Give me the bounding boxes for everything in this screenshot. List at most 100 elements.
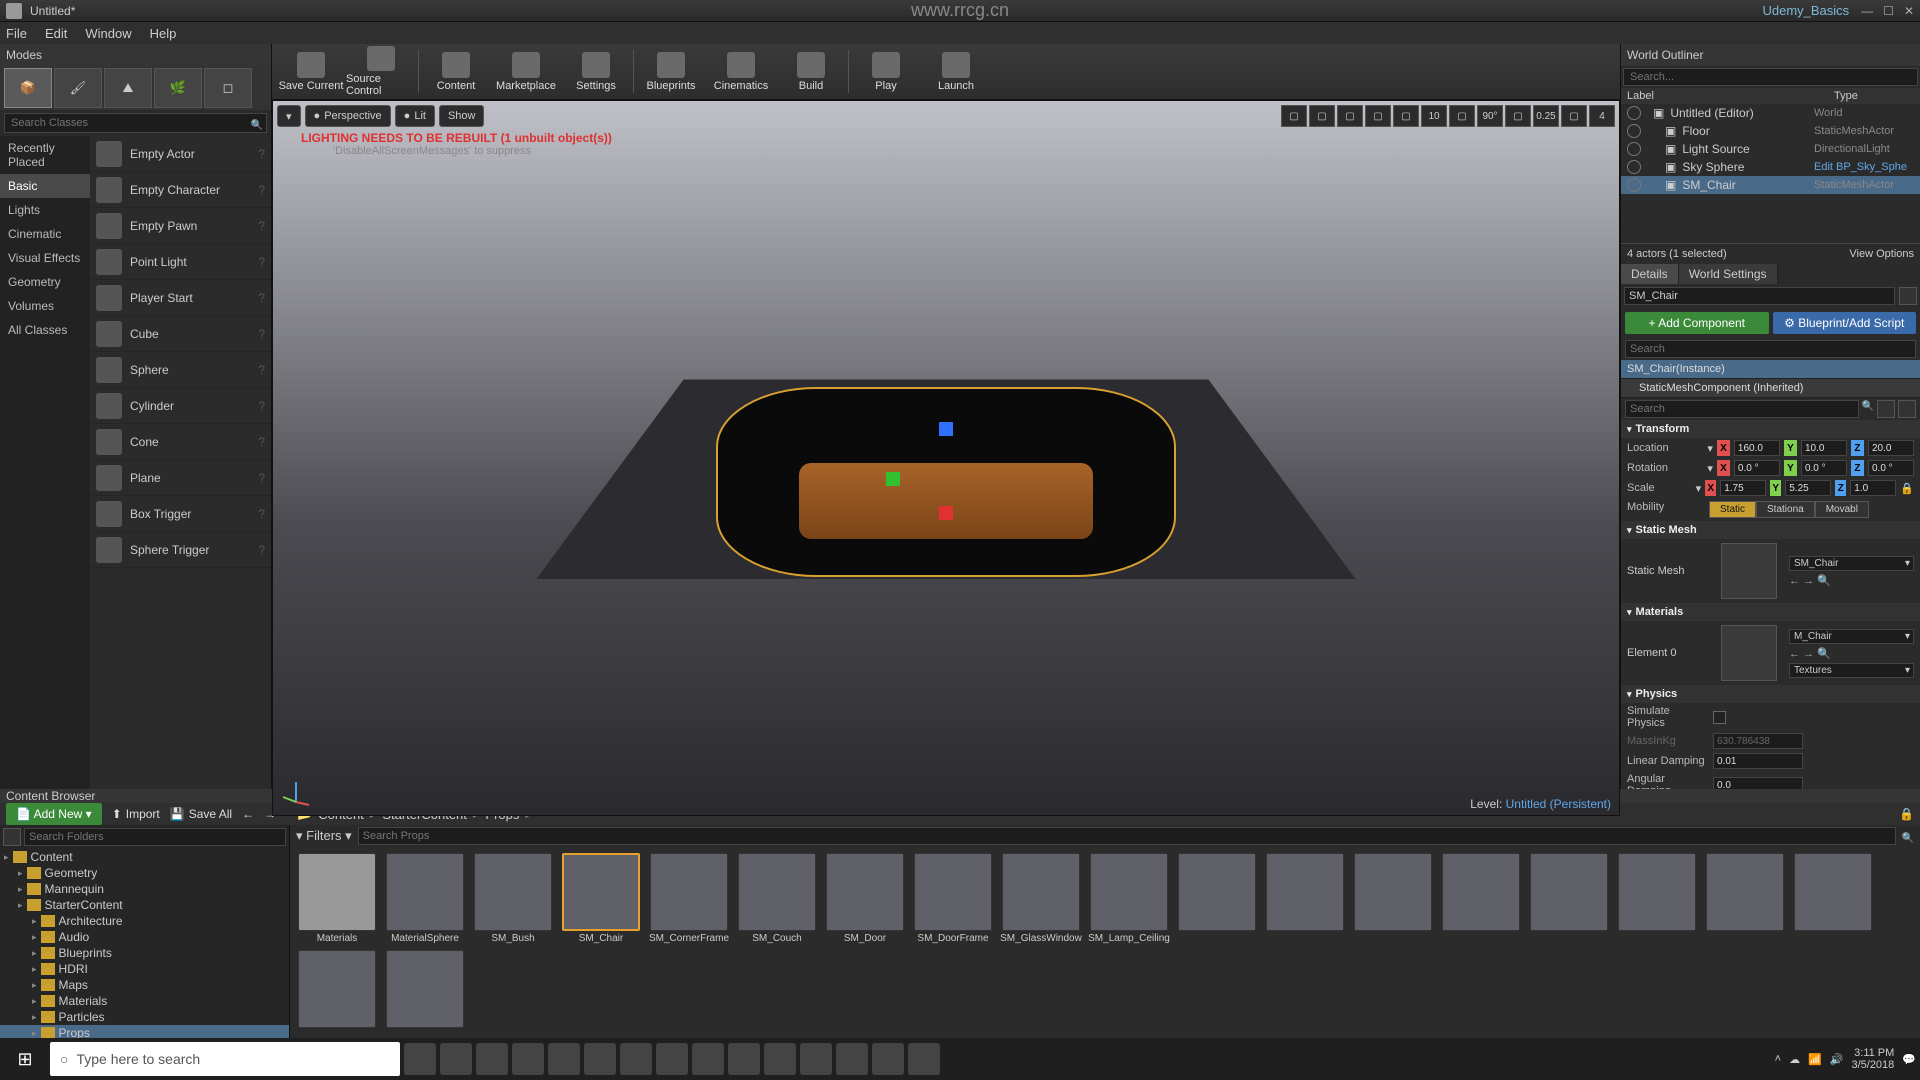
section-transform[interactable]: Transform [1621, 420, 1920, 438]
modes-cat-item[interactable]: Visual Effects [0, 246, 90, 270]
section-physics[interactable]: Physics [1621, 685, 1920, 703]
outliner-row[interactable]: ▣Light SourceDirectionalLight [1621, 140, 1920, 158]
tree-node[interactable]: ▸Blueprints [0, 945, 289, 961]
tree-node[interactable]: ▸Particles [0, 1009, 289, 1025]
mobility-movable-button[interactable]: Movabl [1815, 501, 1869, 518]
asset-tile[interactable]: Materials [296, 853, 378, 944]
material-textures-dropdown[interactable]: Textures [1789, 663, 1914, 678]
toolbar-cinematics-button[interactable]: Cinematics [706, 46, 776, 97]
asset-tile[interactable] [1264, 853, 1346, 944]
filters-button[interactable]: ▾ Filters ▾ [296, 828, 352, 844]
tree-node[interactable]: ▸Materials [0, 993, 289, 1009]
taskbar-app-icon[interactable] [908, 1043, 940, 1075]
visibility-eye-icon[interactable] [1627, 124, 1641, 138]
start-button[interactable]: ⊞ [4, 1040, 46, 1078]
tree-node[interactable]: ▸HDRI [0, 961, 289, 977]
viewport-tool-button[interactable]: ▢ [1281, 105, 1307, 127]
toolbar-play-button[interactable]: Play [851, 46, 921, 97]
modes-item[interactable]: Plane? [90, 460, 271, 496]
modes-item[interactable]: Empty Character? [90, 172, 271, 208]
modes-cat-item[interactable]: Recently Placed [0, 136, 90, 174]
add-component-button[interactable]: + Add Component [1625, 312, 1769, 334]
asset-tile[interactable]: SM_Couch [736, 853, 818, 944]
window-minimize-button[interactable]: — [1861, 4, 1873, 18]
modes-cat-item[interactable]: Lights [0, 198, 90, 222]
viewport-selected-actor[interactable] [716, 387, 1176, 577]
scale-y-input[interactable] [1785, 480, 1831, 496]
details-view-list-icon[interactable] [1898, 400, 1916, 418]
viewport-level-link[interactable]: Untitled (Persistent) [1506, 797, 1611, 811]
viewport-tool-button[interactable]: 0.25 [1533, 105, 1559, 127]
modes-item[interactable]: Sphere? [90, 352, 271, 388]
outliner-search-input[interactable] [1623, 68, 1918, 86]
tree-node[interactable]: ▸Content [0, 849, 289, 865]
viewport-tool-button[interactable]: ▢ [1309, 105, 1335, 127]
static-mesh-dropdown[interactable]: SM_Chair [1789, 556, 1914, 571]
asset-tile[interactable]: SM_CornerFrame [648, 853, 730, 944]
actor-options-icon[interactable] [1899, 287, 1917, 305]
gizmo-x-icon[interactable] [939, 506, 953, 520]
taskbar-app-icon[interactable] [764, 1043, 796, 1075]
tree-node[interactable]: ▸StarterContent [0, 897, 289, 913]
taskbar-app-icon[interactable] [800, 1043, 832, 1075]
toolbar-save-current-button[interactable]: Save Current [276, 46, 346, 97]
mode-foliage-icon[interactable]: 🌿 [154, 68, 202, 108]
cb-lock-icon[interactable]: 🔒 [1899, 807, 1914, 821]
viewport-tool-button[interactable]: 4 [1589, 105, 1615, 127]
taskbar-app-icon[interactable] [656, 1043, 688, 1075]
save-all-button[interactable]: 💾 Save All [170, 807, 232, 821]
window-close-button[interactable]: ✕ [1904, 4, 1914, 18]
viewport-tool-button[interactable]: ▢ [1337, 105, 1363, 127]
toolbar-source-control-button[interactable]: Source Control [346, 46, 416, 97]
tree-node[interactable]: ▸Geometry [0, 865, 289, 881]
scale-x-input[interactable] [1720, 480, 1766, 496]
tray-cloud-icon[interactable]: ☁ [1789, 1053, 1800, 1066]
taskbar-app-icon[interactable] [440, 1043, 472, 1075]
taskbar-app-icon[interactable] [620, 1043, 652, 1075]
outliner-row[interactable]: ▣FloorStaticMeshActor [1621, 122, 1920, 140]
material-dropdown[interactable]: M_Chair [1789, 629, 1914, 644]
visibility-eye-icon[interactable] [1627, 106, 1641, 120]
asset-tile[interactable] [1352, 853, 1434, 944]
linear-damping-input[interactable] [1713, 753, 1803, 769]
modes-item[interactable]: Sphere Trigger? [90, 532, 271, 568]
cb-back-button[interactable]: ← [242, 807, 254, 821]
viewport[interactable]: ▾ ● Perspective ● Lit Show ▢▢▢▢▢10▢90°▢0… [272, 100, 1620, 816]
menu-edit[interactable]: Edit [45, 26, 67, 41]
outliner-row[interactable]: ▣SM_ChairStaticMeshActor [1621, 176, 1920, 194]
asset-tile[interactable]: SM_Bush [472, 853, 554, 944]
component-row[interactable]: SM_Chair(Instance) [1621, 360, 1920, 379]
menu-file[interactable]: File [6, 26, 27, 41]
tab-world-settings[interactable]: World Settings [1679, 264, 1778, 284]
gizmo-z-icon[interactable] [939, 422, 953, 436]
modes-item[interactable]: Empty Actor? [90, 136, 271, 172]
toolbar-blueprints-button[interactable]: Blueprints [636, 46, 706, 97]
actor-name-input[interactable] [1624, 287, 1895, 305]
section-static-mesh[interactable]: Static Mesh [1621, 521, 1920, 539]
import-button[interactable]: ⬆ Import [112, 807, 160, 821]
taskbar-app-icon[interactable] [836, 1043, 868, 1075]
menu-help[interactable]: Help [150, 26, 177, 41]
menu-window[interactable]: Window [85, 26, 131, 41]
location-y-input[interactable] [1801, 440, 1847, 456]
viewport-tool-button[interactable]: ▢ [1393, 105, 1419, 127]
toolbar-launch-button[interactable]: Launch [921, 46, 991, 97]
visibility-eye-icon[interactable] [1627, 160, 1641, 174]
asset-tile[interactable] [1440, 853, 1522, 944]
modes-item[interactable]: Box Trigger? [90, 496, 271, 532]
modes-cat-item[interactable]: Basic [0, 174, 90, 198]
tree-node[interactable]: ▸Architecture [0, 913, 289, 929]
tray-notifications-icon[interactable]: 💬 [1902, 1053, 1916, 1066]
section-materials[interactable]: Materials [1621, 603, 1920, 621]
modes-search-input[interactable] [4, 113, 267, 133]
tray-volume-icon[interactable]: 🔊 [1830, 1053, 1844, 1066]
mode-paint-icon[interactable]: 🖌 [54, 68, 102, 108]
taskbar-app-icon[interactable] [692, 1043, 724, 1075]
mode-landscape-icon[interactable]: ⛰ [104, 68, 152, 108]
visibility-eye-icon[interactable] [1627, 178, 1641, 192]
asset-tile[interactable]: SM_Lamp_Ceiling [1088, 853, 1170, 944]
modes-item[interactable]: Cube? [90, 316, 271, 352]
modes-cat-item[interactable]: All Classes [0, 318, 90, 342]
mobility-stationary-button[interactable]: Stationa [1756, 501, 1815, 518]
viewport-tool-button[interactable]: ▢ [1561, 105, 1587, 127]
